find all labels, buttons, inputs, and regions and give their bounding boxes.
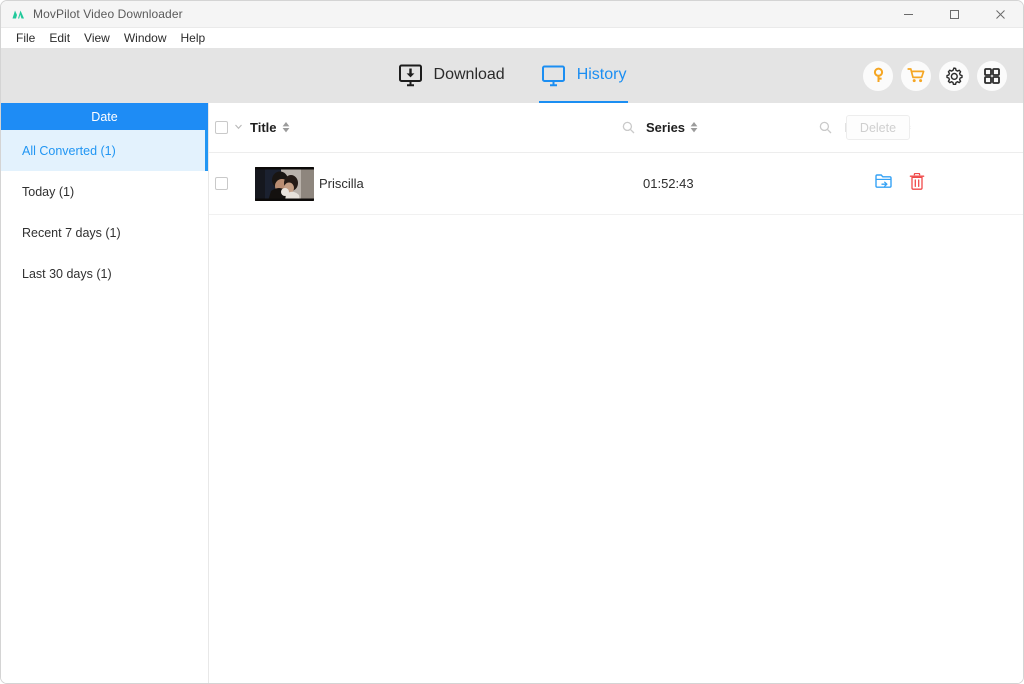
- sidebar-item-label: Last 30 days (1): [22, 266, 112, 281]
- column-header-series-label: Series: [646, 120, 686, 135]
- sort-title-icon[interactable]: [282, 122, 290, 133]
- row-checkbox[interactable]: [215, 177, 228, 190]
- select-all-group: [209, 119, 255, 137]
- settings-button[interactable]: [939, 60, 969, 91]
- row-actions: [875, 172, 925, 195]
- sidebar-item-label: Recent 7 days (1): [22, 225, 121, 240]
- content-area: Title Series Delete Priscilla 01:52:43: [209, 103, 1023, 683]
- sidebar-item-recent-7-days[interactable]: Recent 7 days (1): [1, 212, 208, 253]
- download-monitor-icon: [398, 64, 423, 88]
- column-header-series[interactable]: Series: [646, 120, 698, 135]
- minimize-icon[interactable]: [885, 1, 931, 28]
- row-title: Priscilla: [319, 176, 364, 191]
- open-folder-icon[interactable]: [875, 173, 892, 194]
- table-row[interactable]: Priscilla 01:52:43: [209, 153, 1023, 215]
- sort-series-icon[interactable]: [690, 122, 698, 133]
- row-duration: 01:52:43: [643, 176, 694, 191]
- register-key-button[interactable]: [863, 60, 893, 91]
- close-icon[interactable]: [977, 1, 1023, 28]
- sidebar-item-all-converted[interactable]: All Converted (1): [1, 130, 208, 171]
- window-title: MovPilot Video Downloader: [33, 7, 183, 21]
- tab-download[interactable]: Download: [396, 48, 507, 103]
- tab-download-label: Download: [433, 65, 505, 83]
- tab-history[interactable]: History: [538, 48, 629, 103]
- table-header: Title Series Delete: [209, 103, 1023, 153]
- table-body: Priscilla 01:52:43: [209, 153, 1023, 683]
- menu-item-file[interactable]: File: [9, 28, 42, 48]
- select-all-checkbox[interactable]: [215, 121, 228, 134]
- column-header-title-label: Title: [250, 120, 277, 135]
- search-series-icon[interactable]: [819, 121, 832, 134]
- menu-item-view[interactable]: View: [77, 28, 117, 48]
- delete-row-icon[interactable]: [909, 172, 925, 195]
- sidebar: Date All Converted (1) Today (1) Recent …: [1, 103, 209, 683]
- sidebar-header: Date: [1, 103, 208, 130]
- toolbar-actions: [863, 60, 1007, 91]
- menu-item-window[interactable]: Window: [117, 28, 174, 48]
- row-select-group: [209, 177, 255, 190]
- main-toolbar: Download History: [1, 48, 1023, 103]
- monitor-icon: [541, 64, 566, 88]
- delete-button[interactable]: Delete: [846, 115, 910, 140]
- movpilot-logo-icon: [10, 6, 26, 22]
- column-header-title[interactable]: Title: [250, 120, 290, 135]
- menu-item-edit[interactable]: Edit: [42, 28, 77, 48]
- sidebar-item-label: Today (1): [22, 184, 75, 199]
- search-title-icon[interactable]: [622, 121, 635, 134]
- apps-grid-button[interactable]: [977, 60, 1007, 91]
- body: Date All Converted (1) Today (1) Recent …: [1, 103, 1023, 683]
- buy-cart-button[interactable]: [901, 60, 931, 91]
- tab-history-label: History: [576, 65, 627, 83]
- app-window: MovPilot Video Downloader File Edit View…: [0, 0, 1024, 684]
- menu-item-help[interactable]: Help: [174, 28, 213, 48]
- maximize-icon[interactable]: [931, 1, 977, 28]
- movie-still-thumbnail: [255, 166, 314, 201]
- chevron-down-icon[interactable]: [233, 119, 244, 137]
- menu-bar: File Edit View Window Help: [1, 28, 1023, 48]
- sidebar-item-label: All Converted (1): [22, 143, 116, 158]
- title-bar: MovPilot Video Downloader: [1, 1, 1023, 28]
- sidebar-item-today[interactable]: Today (1): [1, 171, 208, 212]
- sidebar-item-last-30-days[interactable]: Last 30 days (1): [1, 253, 208, 294]
